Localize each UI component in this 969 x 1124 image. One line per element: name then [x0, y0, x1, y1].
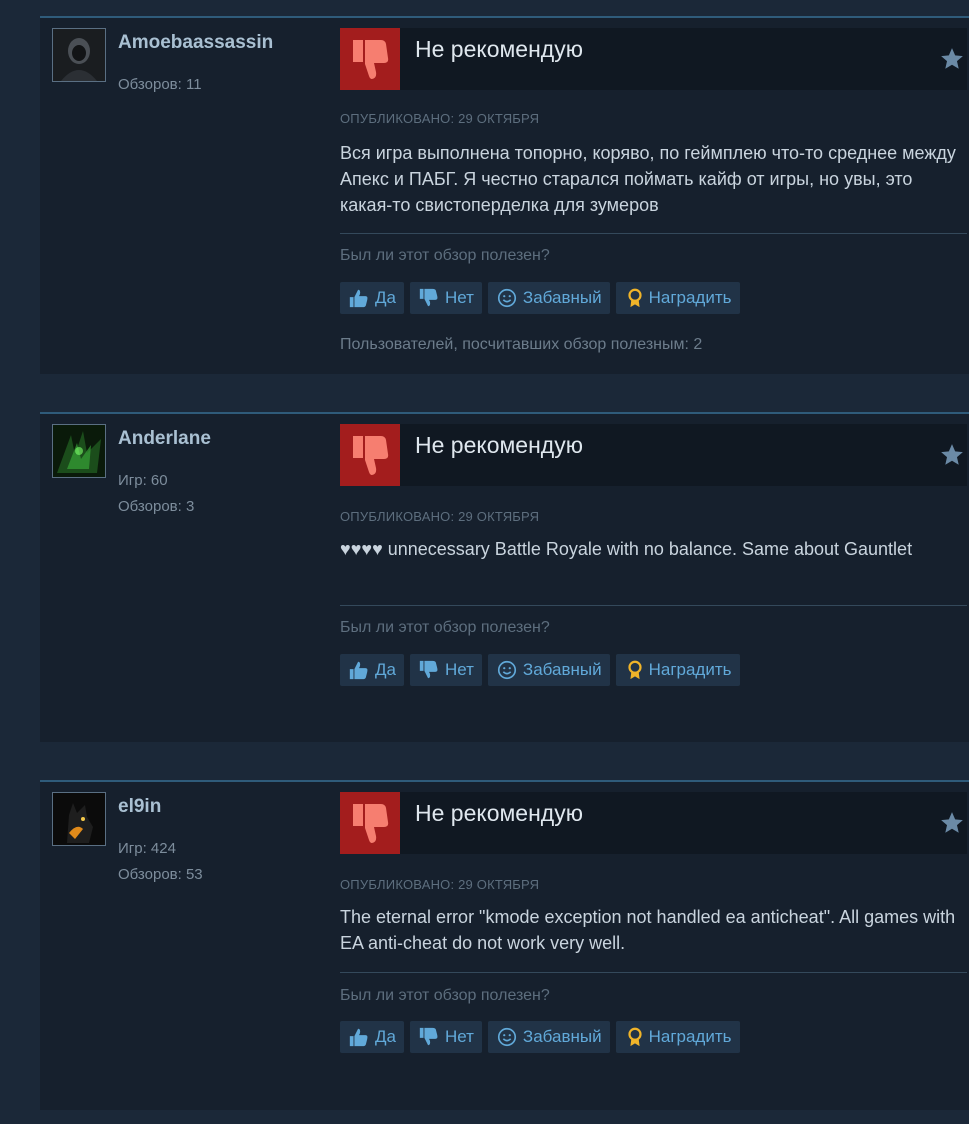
funny-label: Забавный: [522, 288, 602, 307]
thumbs-down-icon: [340, 28, 400, 90]
verdict-title: Не рекомендую: [415, 800, 583, 826]
author-review-count: Обзоров: 53: [118, 866, 203, 883]
review-author: Anderlane Игр: 60 Обзоров: 3: [52, 424, 332, 515]
divider: [340, 233, 967, 234]
posted-date: ОПУБЛИКОВАНО: 29 ОКТЯБРЯ: [340, 111, 540, 126]
divider: [340, 972, 967, 973]
author-name[interactable]: Anderlane: [118, 428, 211, 450]
star-icon[interactable]: [939, 442, 965, 468]
divider: [340, 605, 967, 606]
author-name[interactable]: el9in: [118, 796, 161, 818]
review-author: Amoebaassassin Обзоров: 11: [52, 28, 332, 93]
avatar[interactable]: [52, 792, 106, 846]
award-label: Наградить: [648, 288, 732, 307]
review-text: Вся игра выполнена топорно, коряво, по г…: [340, 143, 956, 215]
award-label: Наградить: [648, 660, 732, 679]
funny-label: Забавный: [522, 1027, 602, 1046]
award-button[interactable]: Наградить: [615, 282, 740, 314]
author-games-count: Игр: 60: [118, 472, 168, 489]
thumbs-down-icon: [340, 792, 400, 854]
rating-buttons: Да Нет Забавный Наградить: [340, 1021, 740, 1053]
yes-label: Да: [375, 288, 396, 307]
thumbs-up-icon: [349, 661, 368, 680]
avatar[interactable]: [52, 424, 106, 478]
yes-button[interactable]: Да: [340, 282, 404, 314]
rating-buttons: Да Нет Забавный Наградить: [340, 282, 740, 314]
author-review-count: Обзоров: 3: [118, 498, 195, 515]
rating-buttons: Да Нет Забавный Наградить: [340, 654, 740, 686]
helpful-count: Пользователей, посчитавших обзор полезны…: [340, 336, 703, 353]
thumbs-down-icon: [419, 660, 438, 679]
yes-label: Да: [375, 1027, 396, 1046]
award-button[interactable]: Наградить: [615, 1021, 740, 1053]
yes-label: Да: [375, 660, 396, 679]
vote-header[interactable]: Не рекомендую: [340, 792, 967, 854]
award-medal-icon: [627, 660, 642, 680]
helpful-question: Был ли этот обзор полезен?: [340, 247, 550, 264]
award-label: Наградить: [648, 1027, 732, 1046]
verdict-title: Не рекомендую: [415, 432, 583, 458]
avatar[interactable]: [52, 28, 106, 82]
review-text: ♥♥♥♥ unnecessary Battle Royale with no b…: [340, 539, 913, 559]
funny-button[interactable]: Забавный: [487, 1021, 610, 1053]
thumbs-down-icon: [340, 424, 400, 486]
vote-header[interactable]: Не рекомендую: [340, 28, 967, 90]
funny-button[interactable]: Забавный: [487, 282, 610, 314]
no-label: Нет: [444, 1027, 474, 1046]
smiley-icon: [497, 288, 516, 308]
star-icon[interactable]: [939, 46, 965, 72]
thumbs-up-icon: [349, 289, 368, 308]
funny-button[interactable]: Забавный: [487, 654, 610, 686]
award-medal-icon: [627, 288, 642, 308]
thumbs-down-icon: [419, 1027, 438, 1046]
yes-button[interactable]: Да: [340, 1021, 404, 1053]
posted-date: ОПУБЛИКОВАНО: 29 ОКТЯБРЯ: [340, 509, 540, 524]
author-name[interactable]: Amoebaassassin: [118, 32, 273, 54]
award-button[interactable]: Наградить: [615, 654, 740, 686]
review-card: el9in Игр: 424 Обзоров: 53 Не рекомендую…: [40, 780, 969, 1110]
helpful-question: Был ли этот обзор полезен?: [340, 987, 550, 1004]
review-card: Anderlane Игр: 60 Обзоров: 3 Не рекоменд…: [40, 412, 969, 742]
yes-button[interactable]: Да: [340, 654, 404, 686]
verdict-title: Не рекомендую: [415, 36, 583, 62]
thumbs-down-icon: [419, 288, 438, 307]
star-icon[interactable]: [939, 810, 965, 836]
smiley-icon: [497, 1027, 516, 1047]
no-button[interactable]: Нет: [409, 282, 482, 314]
award-medal-icon: [627, 1027, 642, 1047]
review-author: el9in Игр: 424 Обзоров: 53: [52, 792, 332, 883]
vote-header[interactable]: Не рекомендую: [340, 424, 967, 486]
no-label: Нет: [444, 288, 474, 307]
no-button[interactable]: Нет: [409, 1021, 482, 1053]
helpful-question: Был ли этот обзор полезен?: [340, 619, 550, 636]
author-review-count: Обзоров: 11: [118, 76, 202, 93]
thumbs-up-icon: [349, 1028, 368, 1047]
no-label: Нет: [444, 660, 474, 679]
review-card: Amoebaassassin Обзоров: 11 Не рекомендую…: [40, 16, 969, 374]
review-text: The eternal error "kmode exception not h…: [340, 907, 956, 953]
funny-label: Забавный: [522, 660, 602, 679]
smiley-icon: [497, 660, 516, 680]
posted-date: ОПУБЛИКОВАНО: 29 ОКТЯБРЯ: [340, 877, 540, 892]
author-games-count: Игр: 424: [118, 840, 176, 857]
no-button[interactable]: Нет: [409, 654, 482, 686]
